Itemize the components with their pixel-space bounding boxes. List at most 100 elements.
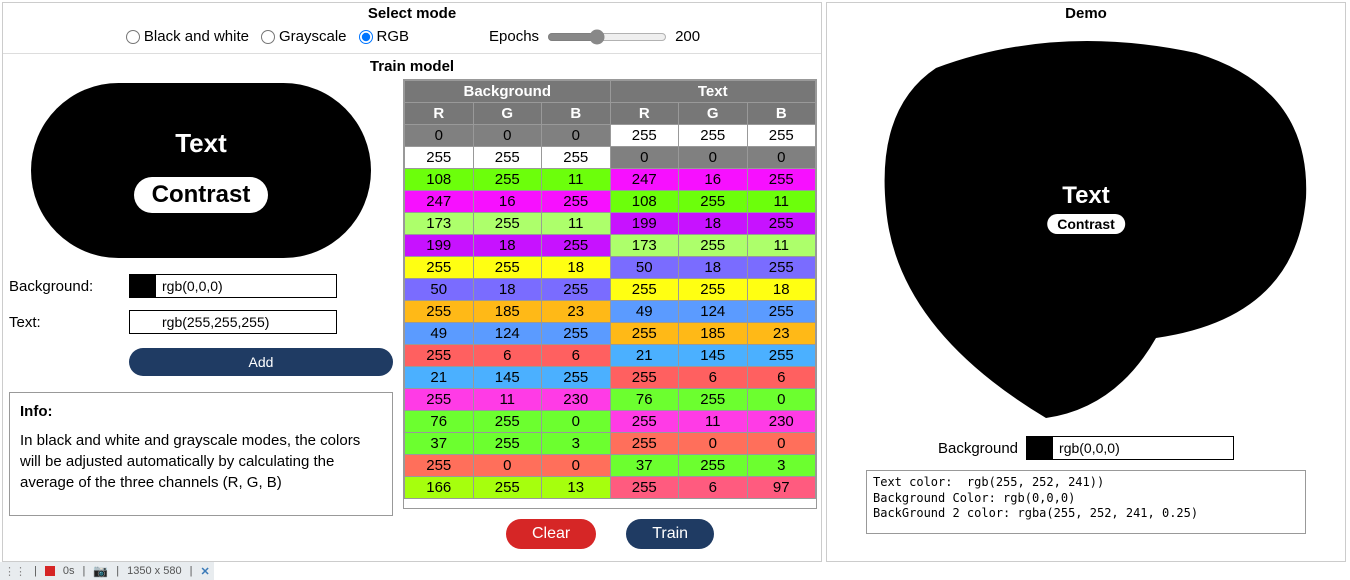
train-button[interactable]: Train bbox=[626, 519, 714, 549]
cell-bg: 255 bbox=[473, 411, 542, 433]
separator: | bbox=[190, 565, 193, 577]
table-row: 1732551119918255 bbox=[405, 213, 816, 235]
cell-fg: 255 bbox=[747, 125, 816, 147]
cell-bg: 145 bbox=[473, 367, 542, 389]
table-row: 25511230762550 bbox=[405, 389, 816, 411]
table-row: 501825525525518 bbox=[405, 279, 816, 301]
record-icon[interactable] bbox=[45, 566, 55, 576]
cell-fg: 255 bbox=[679, 279, 748, 301]
epochs-slider[interactable] bbox=[547, 29, 667, 45]
cell-bg: 255 bbox=[542, 235, 611, 257]
cell-fg: 255 bbox=[679, 389, 748, 411]
cell-bg: 0 bbox=[542, 455, 611, 477]
cell-fg: 255 bbox=[610, 125, 679, 147]
radio-rgb-input[interactable] bbox=[359, 30, 373, 44]
table-row: 76255025511230 bbox=[405, 411, 816, 433]
camera-icon[interactable]: 📷 bbox=[93, 564, 108, 578]
radio-bw[interactable]: Black and white bbox=[126, 28, 249, 45]
cell-bg: 0 bbox=[405, 125, 474, 147]
separator: | bbox=[34, 565, 37, 577]
add-button[interactable]: Add bbox=[129, 348, 393, 376]
data-table: Background Text RGBRGB 00025525525525525… bbox=[404, 80, 816, 499]
th-channel: R bbox=[405, 103, 474, 125]
cell-fg: 18 bbox=[679, 213, 748, 235]
mode-row: Black and white Grayscale RGB Epochs 200 bbox=[3, 22, 821, 54]
cell-bg: 255 bbox=[473, 213, 542, 235]
cell-fg: 255 bbox=[610, 323, 679, 345]
clear-button[interactable]: Clear bbox=[506, 519, 596, 549]
table-row: 37255325500 bbox=[405, 433, 816, 455]
cell-bg: 255 bbox=[542, 191, 611, 213]
separator: | bbox=[82, 565, 85, 577]
bg-label: Background: bbox=[9, 278, 129, 295]
cell-fg: 50 bbox=[610, 257, 679, 279]
table-row: 2114525525566 bbox=[405, 367, 816, 389]
text-label: Text: bbox=[9, 314, 129, 331]
cell-bg: 18 bbox=[473, 279, 542, 301]
right-panel: Demo Text Contrast Background Text color… bbox=[826, 2, 1346, 562]
table-row: 25500372553 bbox=[405, 455, 816, 477]
table-row: 255255185018255 bbox=[405, 257, 816, 279]
table-scroll[interactable]: Background Text RGBRGB 00025525525525525… bbox=[403, 79, 817, 509]
cell-fg: 255 bbox=[679, 191, 748, 213]
cell-fg: 6 bbox=[747, 367, 816, 389]
separator: | bbox=[116, 565, 119, 577]
cell-bg: 11 bbox=[473, 389, 542, 411]
cell-fg: 0 bbox=[747, 147, 816, 169]
cell-bg: 255 bbox=[405, 389, 474, 411]
output-box[interactable]: Text color: rgb(255, 252, 241)) Backgrou… bbox=[866, 470, 1306, 534]
bg-swatch[interactable] bbox=[130, 275, 156, 297]
cell-bg: 173 bbox=[405, 213, 474, 235]
bg-input[interactable] bbox=[156, 275, 336, 297]
th-bg: Background bbox=[405, 81, 611, 103]
cell-fg: 16 bbox=[679, 169, 748, 191]
status-time: 0s bbox=[63, 565, 75, 577]
demo-bg-input[interactable] bbox=[1053, 437, 1233, 459]
table-row: 2471625510825511 bbox=[405, 191, 816, 213]
cell-fg: 21 bbox=[610, 345, 679, 367]
close-icon[interactable]: ✕ bbox=[200, 565, 209, 578]
radio-grayscale[interactable]: Grayscale bbox=[261, 28, 347, 45]
cell-fg: 11 bbox=[747, 191, 816, 213]
cell-bg: 16 bbox=[473, 191, 542, 213]
text-swatch[interactable] bbox=[130, 311, 156, 333]
radio-rgb[interactable]: RGB bbox=[359, 28, 410, 45]
drag-handle-icon[interactable]: ⋮⋮ bbox=[4, 565, 26, 578]
cell-bg: 108 bbox=[405, 169, 474, 191]
demo-text: Text bbox=[1047, 182, 1125, 210]
radio-bw-input[interactable] bbox=[126, 30, 140, 44]
table-row: 1991825517325511 bbox=[405, 235, 816, 257]
cell-bg: 49 bbox=[405, 323, 474, 345]
cell-bg: 255 bbox=[473, 433, 542, 455]
table-row: 2556621145255 bbox=[405, 345, 816, 367]
preview-contrast: Contrast bbox=[134, 177, 269, 213]
info-box[interactable]: Info: In black and white and grayscale m… bbox=[9, 392, 393, 516]
cell-fg: 255 bbox=[610, 411, 679, 433]
cell-bg: 255 bbox=[405, 345, 474, 367]
demo-bg-swatch[interactable] bbox=[1027, 437, 1053, 459]
cell-fg: 37 bbox=[610, 455, 679, 477]
cell-fg: 76 bbox=[610, 389, 679, 411]
table-row: 255255255000 bbox=[405, 147, 816, 169]
cell-fg: 6 bbox=[679, 367, 748, 389]
train-header: Train model bbox=[3, 58, 821, 75]
info-title: Info: bbox=[20, 401, 382, 422]
cell-fg: 255 bbox=[610, 279, 679, 301]
cell-bg: 255 bbox=[405, 455, 474, 477]
th-channel: G bbox=[679, 103, 748, 125]
radio-grayscale-input[interactable] bbox=[261, 30, 275, 44]
cell-bg: 255 bbox=[542, 279, 611, 301]
cell-fg: 0 bbox=[679, 147, 748, 169]
epochs-label: Epochs bbox=[489, 28, 539, 45]
cell-bg: 76 bbox=[405, 411, 474, 433]
cell-bg: 255 bbox=[473, 169, 542, 191]
cell-fg: 255 bbox=[747, 345, 816, 367]
cell-fg: 255 bbox=[747, 301, 816, 323]
cell-bg: 247 bbox=[405, 191, 474, 213]
cell-bg: 255 bbox=[473, 147, 542, 169]
cell-bg: 230 bbox=[542, 389, 611, 411]
cell-bg: 18 bbox=[542, 257, 611, 279]
cell-bg: 255 bbox=[405, 301, 474, 323]
cell-bg: 255 bbox=[542, 147, 611, 169]
text-input[interactable] bbox=[156, 311, 336, 333]
